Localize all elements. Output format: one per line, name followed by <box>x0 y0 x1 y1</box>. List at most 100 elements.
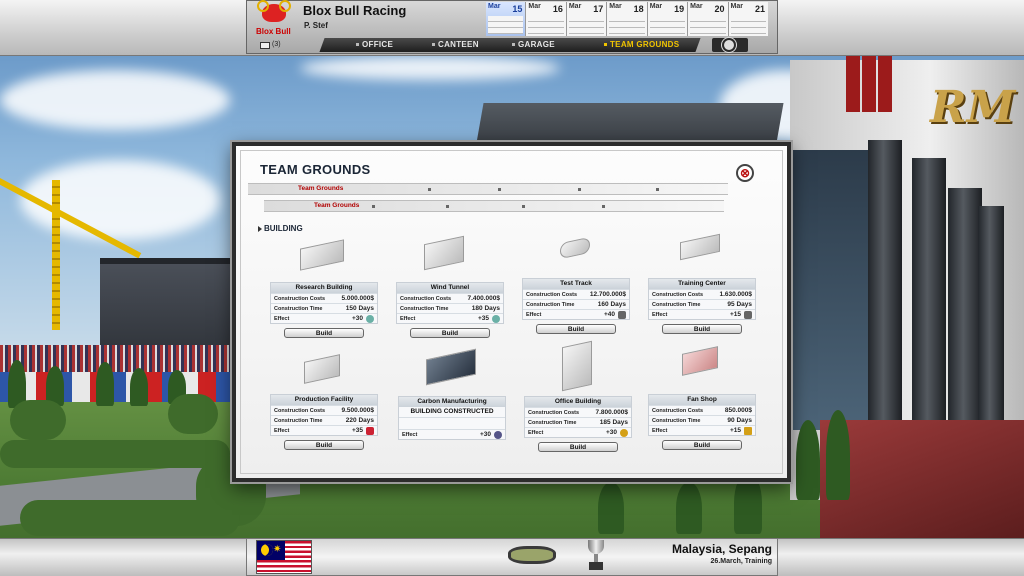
time-label: Construction Time <box>526 302 575 308</box>
calendar-day[interactable]: Mar 15 <box>486 2 527 36</box>
build-button[interactable]: Build <box>284 440 364 450</box>
mail-count: (3) <box>272 41 281 48</box>
cost-row: Construction Costs 7.400.000$ <box>397 293 503 303</box>
effect-row: Effect +35 <box>271 425 377 435</box>
nav-garage[interactable]: GARAGE <box>512 40 555 49</box>
bullet-icon <box>356 43 359 47</box>
build-button[interactable]: Build <box>662 324 742 334</box>
wrench-icon <box>366 427 374 435</box>
nav-canteen[interactable]: CANTEEN <box>432 40 479 49</box>
facility-panel: Research Building Construction Costs 5.00… <box>270 282 378 324</box>
malaysia-flag-icon: ✷ <box>256 540 312 574</box>
effect-row: Effect +30 <box>271 313 377 323</box>
cost-row: Construction Costs 9.500.000$ <box>271 405 377 415</box>
building-shape <box>680 233 720 261</box>
effect-row: Effect +15 <box>649 425 755 435</box>
bull-icon <box>257 0 291 22</box>
time-label: Construction Time <box>528 420 577 426</box>
wind-tunnel-image <box>420 234 480 272</box>
cost-row: Construction Costs 12.700.000$ <box>523 289 629 299</box>
build-button[interactable]: Build <box>536 324 616 334</box>
effect-value: +15 <box>729 427 741 434</box>
effect-row: Effect +40 <box>523 309 629 319</box>
calendar: Mar 15 Mar 16 Mar 17 Mar 18 Mar 19 Mar 2… <box>486 2 768 36</box>
tree <box>96 362 114 406</box>
build-button[interactable]: Build <box>284 328 364 338</box>
cost-label: Construction Costs <box>400 296 452 302</box>
facility-name: Office Building <box>525 397 631 407</box>
breadcrumb-separator <box>428 188 431 191</box>
cloud <box>0 70 230 130</box>
trophy-icon[interactable] <box>586 540 606 572</box>
racing-world-sign <box>878 56 892 112</box>
mail-icon[interactable] <box>260 42 270 49</box>
effect-row: Effect +30 <box>525 427 631 437</box>
time-value: 185 Days <box>599 419 628 426</box>
track-map-icon[interactable] <box>508 546 556 564</box>
production-facility-image <box>294 352 354 390</box>
car-icon <box>618 311 626 319</box>
cost-label: Construction Costs <box>274 296 326 302</box>
calendar-month: Mar <box>649 3 663 10</box>
calendar-lines <box>609 16 645 34</box>
trophy-cup <box>588 540 604 554</box>
effect-label: Effect <box>400 316 416 322</box>
calendar-day-number: 21 <box>754 4 765 14</box>
bush <box>168 394 218 434</box>
time-row: Construction Time 180 Days <box>397 303 503 313</box>
nav-team-grounds[interactable]: TEAM GROUNDS <box>604 40 679 49</box>
facility-panel: Fan Shop Construction Costs 850.000$ Cons… <box>648 394 756 436</box>
cost-value: 1.630.000$ <box>719 291 752 298</box>
effect-row: Effect +30 <box>399 429 505 439</box>
nav-label: GARAGE <box>518 40 555 49</box>
cost-row: Construction Costs 850.000$ <box>649 405 755 415</box>
facility-name: Training Center <box>649 279 755 289</box>
calendar-day[interactable]: Mar 21 <box>728 2 768 36</box>
calendar-month: Mar <box>528 3 541 10</box>
breadcrumb-item[interactable]: Team Grounds <box>314 202 359 209</box>
building-glass <box>790 150 870 430</box>
calendar-day[interactable]: Mar 18 <box>607 2 648 36</box>
breadcrumb-separator <box>498 188 501 191</box>
build-button[interactable]: Build <box>538 442 618 452</box>
nav-office[interactable]: OFFICE <box>356 40 393 49</box>
flask-icon <box>366 315 374 323</box>
time-label: Construction Time <box>652 302 701 308</box>
calendar-month: Mar <box>488 3 501 10</box>
crane <box>52 180 60 330</box>
calendar-month: Mar <box>690 3 703 10</box>
time-row: Construction Time 95 Days <box>649 299 755 309</box>
calendar-day-number: 19 <box>674 4 685 14</box>
calendar-day[interactable]: Mar 16 <box>526 2 567 36</box>
build-button[interactable]: Build <box>662 440 742 450</box>
trophy-stem <box>594 554 598 562</box>
training-center-image <box>672 230 732 268</box>
blank-row <box>399 417 505 429</box>
building-shape <box>424 235 464 271</box>
tree <box>796 420 820 500</box>
cost-label: Construction Costs <box>526 292 578 298</box>
track-shape <box>560 236 590 260</box>
effect-value: +35 <box>351 427 363 434</box>
effect-label: Effect <box>274 428 290 434</box>
cost-value: 7.800.000$ <box>595 409 628 416</box>
calendar-day[interactable]: Mar 17 <box>566 2 608 36</box>
carbon-manufacturing-image <box>422 348 482 388</box>
cost-value: 7.400.000$ <box>467 295 500 302</box>
breadcrumb-separator <box>446 205 449 208</box>
constructed-status: BUILDING CONSTRUCTED <box>399 407 505 417</box>
bush <box>10 400 66 440</box>
rm-logo: RM <box>930 82 1016 133</box>
effect-label: Effect <box>274 316 290 322</box>
time-value: 150 Days <box>345 305 374 312</box>
breadcrumb-item[interactable]: Team Grounds <box>298 185 343 192</box>
breadcrumb-separator <box>522 205 525 208</box>
time-value: 220 Days <box>345 417 374 424</box>
close-button[interactable]: ⊗ <box>736 164 754 182</box>
build-button[interactable]: Build <box>410 328 490 338</box>
calendar-day[interactable]: Mar 20 <box>688 2 729 36</box>
facility-name: Production Facility <box>271 395 377 405</box>
calendar-day[interactable]: Mar 19 <box>647 2 689 36</box>
settings-button[interactable] <box>712 38 748 52</box>
building-shape <box>682 346 718 376</box>
